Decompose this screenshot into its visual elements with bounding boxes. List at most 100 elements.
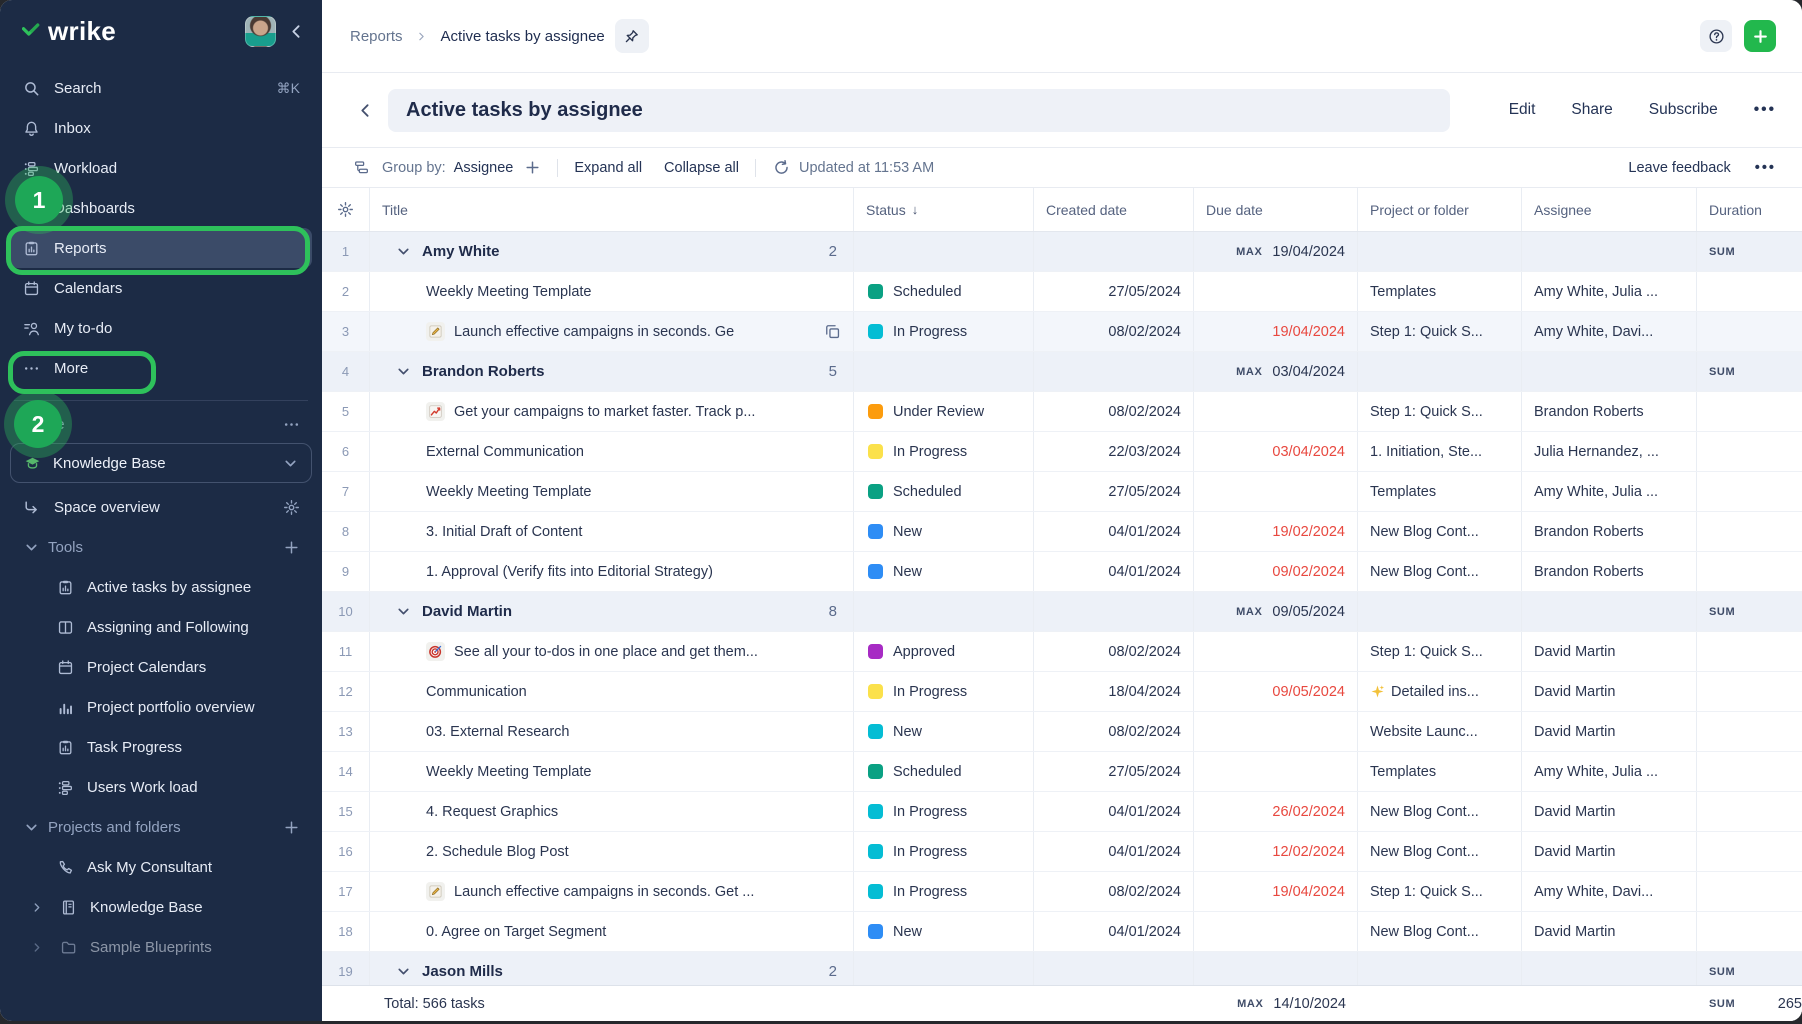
table-row[interactable]: 6External CommunicationIn Progress22/03/… — [322, 432, 1802, 472]
assignee-cell — [1522, 352, 1697, 391]
table-row[interactable]: 17Launch effective campaigns in seconds.… — [322, 872, 1802, 912]
due-date-cell — [1194, 952, 1358, 985]
sidebar-item-my-to-do[interactable]: My to-do — [10, 308, 312, 348]
table-row[interactable]: 11See all your to-dos in one place and g… — [322, 632, 1802, 672]
plus-icon[interactable] — [282, 818, 300, 836]
report-title-input[interactable]: Active tasks by assignee — [388, 89, 1450, 132]
sidebar-tool-users-work-load[interactable]: Users Work load — [10, 767, 312, 807]
group-row[interactable]: 19Jason Mills2SUM — [322, 952, 1802, 985]
sidebar-item-label: Inbox — [54, 120, 91, 137]
table-row[interactable]: 180. Agree on Target SegmentNew04/01/202… — [322, 912, 1802, 952]
project-cell — [1358, 232, 1522, 271]
refresh-icon[interactable] — [772, 159, 790, 177]
add-grouping-icon[interactable] — [523, 159, 541, 177]
table-row[interactable]: 91. Approval (Verify fits into Editorial… — [322, 552, 1802, 592]
gear-icon[interactable] — [282, 498, 300, 516]
assignee-cell: Julia Hernandez, ... — [1522, 432, 1697, 471]
table-row[interactable]: 154. Request GraphicsIn Progress04/01/20… — [322, 792, 1802, 832]
help-button[interactable] — [1700, 20, 1732, 52]
task-title-cell: Weekly Meeting Template — [370, 472, 854, 511]
plus-icon[interactable] — [282, 538, 300, 556]
sidebar-item-reports[interactable]: Reports — [10, 228, 312, 268]
table-row[interactable]: 3Launch effective campaigns in seconds. … — [322, 312, 1802, 352]
subscribe-button[interactable]: Subscribe — [1649, 101, 1718, 119]
group-row[interactable]: 4Brandon Roberts5MAX03/04/2024SUM — [322, 352, 1802, 392]
column-header-assignee[interactable]: Assignee — [1522, 188, 1697, 231]
sidebar-tool-project-portfolio-overview[interactable]: Project portfolio overview — [10, 687, 312, 727]
table-settings-button[interactable] — [322, 188, 370, 231]
table-row[interactable]: 162. Schedule Blog PostIn Progress04/01/… — [322, 832, 1802, 872]
sidebar-item-calendars[interactable]: Calendars — [10, 268, 312, 308]
due-date-cell: 26/02/2024 — [1194, 792, 1358, 831]
back-button[interactable] — [348, 101, 382, 119]
table-row[interactable]: 2Weekly Meeting TemplateScheduled27/05/2… — [322, 272, 1802, 312]
row-number: 5 — [322, 392, 370, 431]
space-menu-icon[interactable] — [282, 415, 300, 433]
more-actions-button[interactable]: ••• — [1754, 101, 1776, 119]
row-number: 1 — [322, 232, 370, 271]
sidebar-item-inbox[interactable]: Inbox — [10, 108, 312, 148]
expand-all-button[interactable]: Expand all — [574, 160, 642, 176]
group-by-value[interactable]: Assignee — [454, 160, 514, 176]
column-header-title[interactable]: Title — [370, 188, 854, 231]
topbar-actions — [1700, 20, 1776, 52]
table-more-options-button[interactable]: ••• — [1755, 160, 1776, 176]
sidebar-tool-active-tasks-by-assignee[interactable]: Active tasks by assignee — [10, 567, 312, 607]
chevron-down-icon[interactable] — [394, 603, 412, 621]
column-header-status[interactable]: Status↓ — [854, 188, 1034, 231]
copy-icon[interactable] — [823, 323, 841, 341]
chevron-right-icon[interactable] — [30, 938, 44, 956]
chevron-down-icon[interactable] — [394, 363, 412, 381]
tools-section-header[interactable]: Tools — [10, 527, 312, 567]
sidebar-item-more[interactable]: More — [10, 348, 312, 388]
created-date-cell: 08/02/2024 — [1034, 632, 1194, 671]
sidebar-tool-task-progress[interactable]: Task Progress — [10, 727, 312, 767]
sidebar-project-knowledge-base[interactable]: Knowledge Base — [10, 887, 312, 927]
breadcrumb-parent[interactable]: Reports — [350, 28, 403, 45]
sidebar-collapse-button[interactable] — [286, 22, 306, 40]
sidebar-tool-project-calendars[interactable]: Project Calendars — [10, 647, 312, 687]
sidebar-main-menu: Search⌘KInboxWorkloadDashboardsReportsCa… — [0, 62, 322, 388]
footer-max-due-date: MAX 14/10/2024 — [1194, 986, 1358, 1021]
create-new-button[interactable] — [1744, 20, 1776, 52]
wrike-app-window: wrike Search⌘KInboxWorkloadDashboardsRep… — [0, 0, 1802, 1021]
chevron-right-icon[interactable] — [30, 898, 44, 916]
user-avatar[interactable] — [245, 16, 276, 47]
column-header-created-date[interactable]: Created date — [1034, 188, 1194, 231]
table-row[interactable]: 14Weekly Meeting TemplateScheduled27/05/… — [322, 752, 1802, 792]
group-task-count: 2 — [829, 243, 837, 260]
task-title: 2. Schedule Blog Post — [426, 844, 569, 860]
column-header-duration[interactable]: Duration — [1697, 188, 1802, 231]
sidebar-item-space-overview[interactable]: Space overview — [10, 487, 312, 527]
keyboard-shortcut: ⌘K — [277, 80, 300, 97]
space-selector[interactable]: Knowledge Base — [10, 443, 312, 483]
table-row[interactable]: 12CommunicationIn Progress18/04/202409/0… — [322, 672, 1802, 712]
table-row[interactable]: 1303. External ResearchNew08/02/2024Webs… — [322, 712, 1802, 752]
due-date-cell — [1194, 472, 1358, 511]
table-row[interactable]: 5Get your campaigns to market faster. Tr… — [322, 392, 1802, 432]
column-header-project-or-folder[interactable]: Project or folder — [1358, 188, 1522, 231]
wrike-logo[interactable]: wrike — [22, 16, 116, 47]
sidebar-item-search[interactable]: Search⌘K — [10, 68, 312, 108]
pin-button[interactable] — [615, 19, 649, 53]
collapse-all-button[interactable]: Collapse all — [664, 160, 739, 176]
group-row[interactable]: 10David Martin8MAX09/05/2024SUM — [322, 592, 1802, 632]
table-row[interactable]: 7Weekly Meeting TemplateScheduled27/05/2… — [322, 472, 1802, 512]
chevron-down-icon[interactable] — [394, 963, 412, 981]
task-title: See all your to-dos in one place and get… — [454, 644, 758, 660]
project-cell: New Blog Cont... — [1358, 552, 1522, 591]
status-label: In Progress — [893, 844, 967, 860]
projects-section-header[interactable]: Projects and folders — [10, 807, 312, 847]
clipboard-chart-icon — [56, 738, 74, 756]
column-header-due-date[interactable]: Due date — [1194, 188, 1358, 231]
group-row[interactable]: 1Amy White2MAX19/04/2024SUM — [322, 232, 1802, 272]
task-title-cell: External Communication — [370, 432, 854, 471]
sidebar-tool-assigning-and-following[interactable]: Assigning and Following — [10, 607, 312, 647]
share-button[interactable]: Share — [1571, 101, 1612, 119]
sidebar-project-ask-my-consultant[interactable]: Ask My Consultant — [10, 847, 312, 887]
sidebar-project-sample-blueprints[interactable]: Sample Blueprints — [10, 927, 312, 967]
edit-button[interactable]: Edit — [1509, 101, 1536, 119]
table-row[interactable]: 83. Initial Draft of ContentNew04/01/202… — [322, 512, 1802, 552]
chevron-down-icon[interactable] — [394, 243, 412, 261]
leave-feedback-button[interactable]: Leave feedback — [1628, 160, 1730, 176]
